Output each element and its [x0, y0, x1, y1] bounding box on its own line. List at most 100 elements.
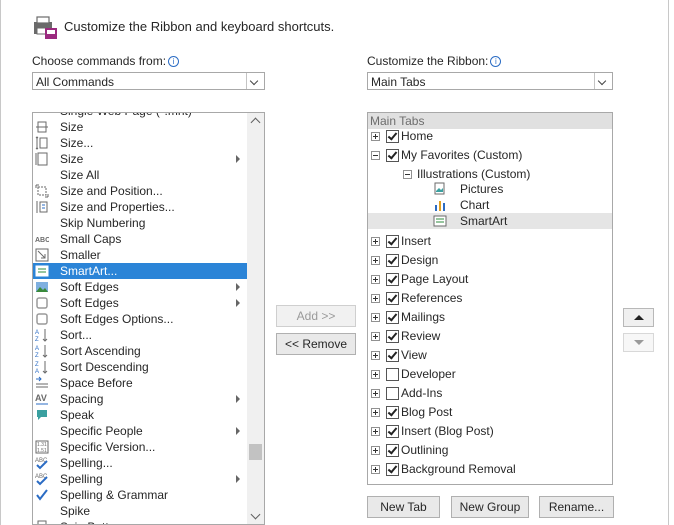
- command-item[interactable]: 1.31 1.51 Specific Version...: [33, 439, 249, 455]
- command-item[interactable]: Size and Properties...: [33, 199, 249, 215]
- chevron-down-icon[interactable]: [594, 73, 612, 89]
- command-item[interactable]: Specific People: [33, 423, 249, 439]
- info-icon[interactable]: i: [490, 56, 502, 67]
- choose-commands-text: Choose commands from:: [32, 54, 167, 68]
- tab-checkbox[interactable]: [386, 330, 399, 343]
- expand-icon[interactable]: [371, 427, 380, 436]
- tab-checkbox[interactable]: [386, 235, 399, 248]
- tree-item[interactable]: Background Removal: [368, 460, 612, 479]
- expand-icon[interactable]: [371, 389, 380, 398]
- tree-item[interactable]: Blog Post: [368, 403, 612, 422]
- command-item[interactable]: Space Before: [33, 375, 249, 391]
- info-icon[interactable]: i: [168, 56, 180, 67]
- chevron-down-icon[interactable]: [246, 73, 264, 89]
- rename-button[interactable]: Rename...: [539, 496, 614, 518]
- command-item[interactable]: Single Web Page (*.mht): [33, 113, 249, 119]
- customize-ribbon-icon: [32, 14, 58, 40]
- command-item[interactable]: ABC Small Caps: [33, 231, 249, 247]
- expand-icon[interactable]: [371, 294, 380, 303]
- tab-checkbox[interactable]: [386, 311, 399, 324]
- tab-checkbox[interactable]: [386, 444, 399, 457]
- collapse-icon[interactable]: [403, 170, 412, 179]
- customize-ribbon-dropdown[interactable]: Main Tabs: [367, 72, 613, 90]
- move-down-button[interactable]: [623, 333, 654, 352]
- command-item[interactable]: ABC Spelling: [33, 471, 249, 487]
- command-item[interactable]: Spike: [33, 503, 249, 519]
- command-item[interactable]: Size...: [33, 135, 249, 151]
- collapse-icon[interactable]: [371, 151, 380, 160]
- command-item[interactable]: ABC Spelling...: [33, 455, 249, 471]
- new-tab-button[interactable]: New Tab: [367, 496, 440, 518]
- commands-list[interactable]: Single Web Page (*.mht)SizeSize...SizeSi…: [32, 112, 265, 525]
- tab-checkbox[interactable]: [386, 406, 399, 419]
- expand-icon[interactable]: [371, 237, 380, 246]
- command-item[interactable]: Size: [33, 119, 249, 135]
- expand-icon[interactable]: [371, 313, 380, 322]
- tree-item[interactable]: Outlining: [368, 441, 612, 460]
- tab-checkbox[interactable]: [386, 292, 399, 305]
- tree-item[interactable]: Mailings: [368, 308, 612, 327]
- choose-commands-dropdown[interactable]: All Commands: [32, 72, 265, 90]
- expand-icon[interactable]: [371, 370, 380, 379]
- tab-checkbox[interactable]: [386, 349, 399, 362]
- command-item-label: Specific Version...: [60, 440, 156, 454]
- add-button[interactable]: Add >>: [276, 305, 356, 327]
- command-item[interactable]: Spelling & Grammar: [33, 487, 249, 503]
- tree-item[interactable]: Insert: [368, 232, 612, 251]
- command-item[interactable]: A Z Sort...: [33, 327, 249, 343]
- tree-item[interactable]: Insert (Blog Post): [368, 422, 612, 441]
- tab-checkbox[interactable]: [386, 149, 399, 162]
- tree-item[interactable]: SmartArt: [368, 213, 612, 229]
- tree-item[interactable]: Review: [368, 327, 612, 346]
- expand-icon[interactable]: [371, 332, 380, 341]
- tab-checkbox[interactable]: [386, 425, 399, 438]
- tree-item-label: Mailings: [401, 310, 446, 324]
- command-item[interactable]: Z A Sort Descending: [33, 359, 249, 375]
- remove-button[interactable]: << Remove: [276, 333, 356, 355]
- scroll-down-icon[interactable]: [250, 509, 261, 520]
- command-item[interactable]: Soft Edges: [33, 295, 249, 311]
- command-item[interactable]: Size All: [33, 167, 249, 183]
- tab-checkbox[interactable]: [386, 387, 399, 400]
- command-item[interactable]: AV Spacing: [33, 391, 249, 407]
- command-item[interactable]: Size and Position...: [33, 183, 249, 199]
- new-group-button[interactable]: New Group: [451, 496, 529, 518]
- command-item[interactable]: SmartArt...: [33, 263, 249, 279]
- expand-icon[interactable]: [371, 275, 380, 284]
- tree-item[interactable]: Pictures: [368, 181, 612, 197]
- tree-item[interactable]: References: [368, 289, 612, 308]
- tab-checkbox[interactable]: [386, 130, 399, 143]
- command-item[interactable]: Soft Edges Options...: [33, 311, 249, 327]
- tree-item[interactable]: Add-Ins: [368, 384, 612, 403]
- expand-icon[interactable]: [371, 351, 380, 360]
- command-item[interactable]: Skip Numbering: [33, 215, 249, 231]
- command-item[interactable]: Speak: [33, 407, 249, 423]
- tab-checkbox[interactable]: [386, 463, 399, 476]
- tree-item[interactable]: Page Layout: [368, 270, 612, 289]
- tree-item[interactable]: Chart: [368, 197, 612, 213]
- command-item[interactable]: Soft Edges: [33, 279, 249, 295]
- tree-item[interactable]: Home: [368, 127, 612, 146]
- command-item-label: Size and Properties...: [60, 200, 175, 214]
- expand-icon[interactable]: [371, 256, 380, 265]
- tree-item[interactable]: Developer: [368, 365, 612, 384]
- command-item[interactable]: Smaller: [33, 247, 249, 263]
- scroll-up-icon[interactable]: [250, 117, 261, 128]
- expand-icon[interactable]: [371, 408, 380, 417]
- scroll-thumb[interactable]: [249, 444, 262, 460]
- tree-item[interactable]: My Favorites (Custom): [368, 146, 612, 165]
- expand-icon[interactable]: [371, 446, 380, 455]
- ribbon-tree-items: Home My Favorites (Custom) Illustrations (…: [368, 127, 612, 477]
- tab-checkbox[interactable]: [386, 254, 399, 267]
- tree-item[interactable]: View: [368, 346, 612, 365]
- expand-icon[interactable]: [371, 132, 380, 141]
- command-item[interactable]: A Z Sort Ascending: [33, 343, 249, 359]
- move-up-button[interactable]: [623, 308, 654, 327]
- expand-icon[interactable]: [371, 465, 380, 474]
- command-item[interactable]: Size: [33, 151, 249, 167]
- tab-checkbox[interactable]: [386, 368, 399, 381]
- commands-scrollbar[interactable]: [247, 113, 264, 524]
- tree-item[interactable]: Design: [368, 251, 612, 270]
- command-item[interactable]: Spin Button: [33, 519, 249, 524]
- tab-checkbox[interactable]: [386, 273, 399, 286]
